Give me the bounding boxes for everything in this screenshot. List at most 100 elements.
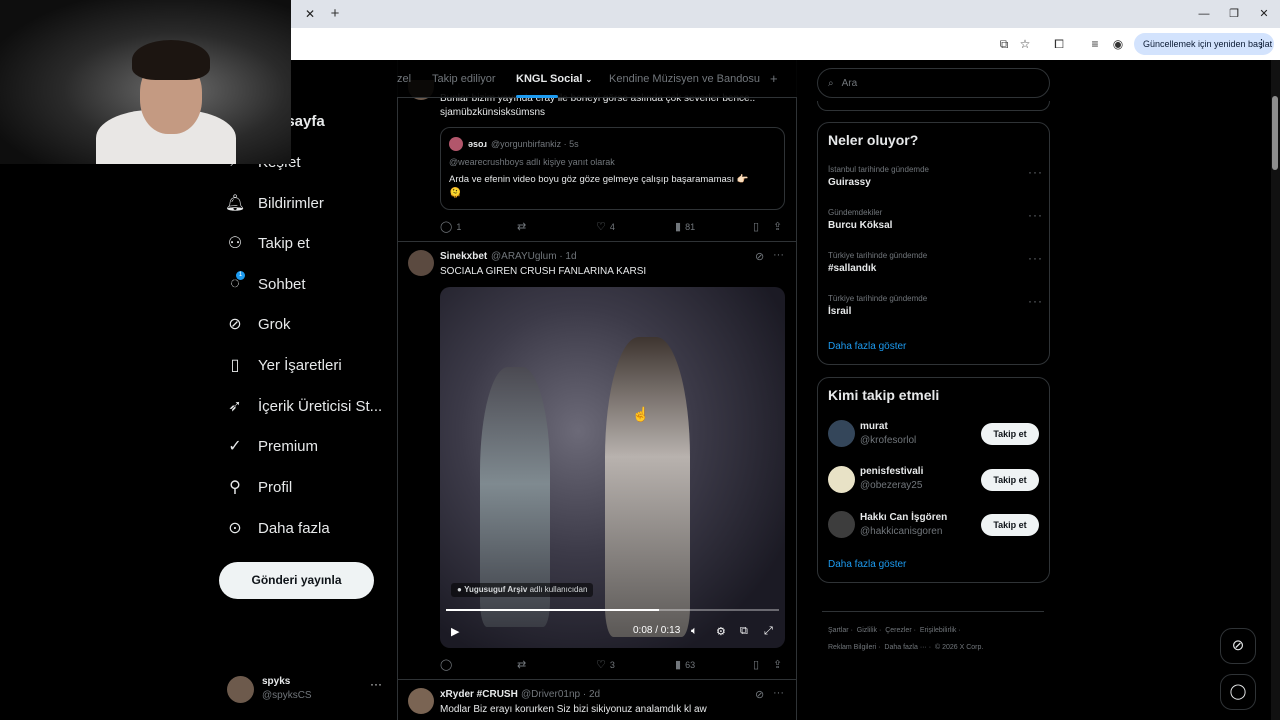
post2-like-button[interactable]: ♡ 3	[596, 658, 615, 671]
user-name[interactable]: murat	[860, 421, 888, 432]
follow-button[interactable]: Takip et	[981, 514, 1039, 536]
update-restart-button[interactable]: Güncellemek için yeniden başlat ⋮	[1134, 33, 1274, 55]
minimize-icon[interactable]: —	[1196, 6, 1212, 22]
chevron-down-icon[interactable]: ⌄	[586, 75, 593, 84]
post2-bookmark-button[interactable]: ▯	[753, 658, 759, 671]
follow-show-more[interactable]: Daha fazla göster	[828, 559, 906, 570]
add-tab-icon[interactable]: +	[770, 71, 778, 86]
browser-menu-icon[interactable]: ⋮	[1256, 33, 1267, 55]
post2-name[interactable]: Sinekxbet	[440, 251, 487, 262]
install-app-icon[interactable]: ⧉	[996, 37, 1012, 51]
post2-avatar[interactable]	[408, 250, 434, 276]
video-player[interactable]: ● Yugusuguf Arşiv adlı kullanıcıdan ▶ 0:…	[440, 287, 785, 648]
chat-unread-badge: 1	[236, 271, 245, 280]
footer-ads-info[interactable]: Reklam Bilgileri	[828, 644, 876, 651]
user-handle: @krofesorlol	[860, 435, 917, 446]
post1-bookmark-button[interactable]: ▯	[753, 220, 759, 233]
footer-divider	[822, 611, 1044, 612]
post2-handle: @ARAYUglum · 1d	[491, 251, 577, 262]
nav-follow[interactable]: ⚇ Takip et	[226, 231, 310, 255]
follow-button[interactable]: Takip et	[981, 469, 1039, 491]
post2-more-icon[interactable]: ···	[773, 249, 784, 261]
nav-bookmarks[interactable]: ▯ Yer İşaretleri	[226, 353, 342, 377]
tab-kngl-social[interactable]: KNGL Social ⌄	[516, 73, 592, 85]
account-name: spyks	[262, 676, 291, 687]
post1-views[interactable]: ▮ 81	[675, 220, 695, 233]
user-avatar[interactable]	[828, 420, 855, 447]
post2-reply-button[interactable]: ◯	[440, 658, 456, 671]
messages-fab-icon[interactable]: ◯	[1220, 674, 1256, 710]
trend-more-icon[interactable]: ···	[1028, 251, 1043, 265]
nav-chat-label: Sohbet	[258, 275, 306, 293]
trend-more-icon[interactable]: ···	[1028, 208, 1043, 222]
grok-analyze-icon[interactable]: ⊘	[755, 250, 764, 263]
nav-creator-studio[interactable]: ➶ İçerik Üreticisi St...	[226, 394, 382, 418]
follow-button[interactable]: Takip et	[981, 423, 1039, 445]
user-name[interactable]: Hakkı Can İşgören	[860, 512, 947, 523]
post3-more-icon[interactable]: ···	[773, 687, 784, 699]
nav-more[interactable]: ⊙ Daha fazla	[226, 516, 329, 540]
restore-icon[interactable]: ❐	[1226, 6, 1242, 22]
nav-profile-label: Profil	[258, 478, 293, 496]
post1-reply-count: 1	[456, 221, 462, 232]
fullscreen-icon[interactable]: ⤢	[764, 625, 773, 638]
post1-reply-button[interactable]: ◯ 1	[440, 220, 461, 233]
grok-fab-icon[interactable]: ⊘	[1220, 628, 1256, 664]
nav-premium[interactable]: ✓ Premium	[226, 434, 318, 458]
volume-icon[interactable]: 🔈︎	[691, 625, 698, 638]
heart-icon: ♡	[596, 221, 606, 233]
post-button[interactable]: Gönderi yayınla	[219, 562, 374, 599]
new-tab-icon[interactable]: +	[328, 6, 342, 22]
user-avatar[interactable]	[828, 511, 855, 538]
trend-item[interactable]: Gündemdekiler Burcu Köksal ···	[828, 208, 1043, 231]
miniplayer-icon[interactable]: ⧉	[740, 625, 748, 638]
more-circle-icon: ⊙	[228, 520, 242, 537]
close-tab-icon[interactable]: ✕	[303, 7, 317, 21]
play-icon[interactable]: ▶	[451, 625, 459, 638]
user-name[interactable]: penisfestivali	[860, 466, 923, 477]
post1-repost-button[interactable]: ⇄	[517, 220, 526, 233]
nav-grok[interactable]: ⊘ Grok	[226, 312, 290, 336]
search-field[interactable]: ⌕ Ara	[817, 68, 1050, 98]
trend-item[interactable]: Türkiye tarihinde gündemde İsrail ···	[828, 294, 1043, 317]
account-switcher[interactable]: spyks @spyksCS ···	[227, 674, 387, 708]
tab-kendine-muzisyen[interactable]: Kendine Müzisyen ve Bandosu	[609, 73, 760, 85]
user-handle: @obezeray25	[860, 480, 923, 491]
trend-more-icon[interactable]: ···	[1028, 165, 1043, 179]
grok-analyze-icon[interactable]: ⊘	[755, 688, 764, 701]
bookmark-star-icon[interactable]: ☆	[1017, 37, 1033, 51]
footer-privacy[interactable]: Gizlilik	[857, 627, 877, 634]
footer-terms[interactable]: Şartlar	[828, 627, 849, 634]
extensions-icon[interactable]: ⧠	[1051, 37, 1067, 51]
video-credit[interactable]: ● Yugusuguf Arşiv adlı kullanıcıdan	[451, 583, 594, 597]
post3-avatar[interactable]	[408, 688, 434, 714]
post1-share-button[interactable]: ⇪	[773, 220, 782, 233]
post1-like-button[interactable]: ♡ 4	[596, 220, 615, 233]
tab-following[interactable]: Takip ediliyor	[432, 73, 496, 85]
account-more-icon[interactable]: ···	[370, 677, 382, 691]
post2-views[interactable]: ▮ 63	[675, 658, 695, 671]
scrollbar-thumb[interactable]	[1272, 96, 1278, 170]
footer-cookies[interactable]: Çerezler	[885, 627, 911, 634]
tab-ozel[interactable]: zel	[397, 73, 411, 85]
trend-item[interactable]: İstanbul tarihinde gündemde Guirassy ···	[828, 165, 1043, 188]
post2-repost-button[interactable]: ⇄	[517, 658, 526, 671]
post2-share-button[interactable]: ⇪	[773, 658, 782, 671]
post3-name[interactable]: xRyder #CRUSH	[440, 689, 518, 700]
footer-more[interactable]: Daha fazla ···	[884, 644, 926, 651]
nav-notifications[interactable]: 🔔︎ Bildirimler	[224, 191, 324, 215]
bell-icon: 🔔︎	[224, 195, 246, 212]
user-avatar[interactable]	[828, 466, 855, 493]
trend-item[interactable]: Türkiye tarihinde gündemde #sallandık ··…	[828, 251, 1043, 274]
trends-show-more[interactable]: Daha fazla göster	[828, 341, 906, 352]
nav-profile[interactable]: ⚲ Profil	[226, 475, 292, 499]
profile-icon[interactable]: ◉	[1110, 37, 1126, 51]
footer-accessibility[interactable]: Erişilebilirlik	[920, 627, 957, 634]
trend-more-icon[interactable]: ···	[1028, 294, 1043, 308]
search-placeholder: Ara	[841, 77, 858, 89]
nav-follow-label: Takip et	[258, 234, 310, 252]
quoted-post[interactable]: əsoɹ @yorgunbirfankiz · 5s @wearecrushbo…	[440, 127, 785, 210]
close-window-icon[interactable]: ✕	[1256, 6, 1272, 22]
media-control-icon[interactable]: ≡	[1087, 37, 1103, 51]
settings-icon[interactable]: ⚙	[716, 625, 726, 638]
